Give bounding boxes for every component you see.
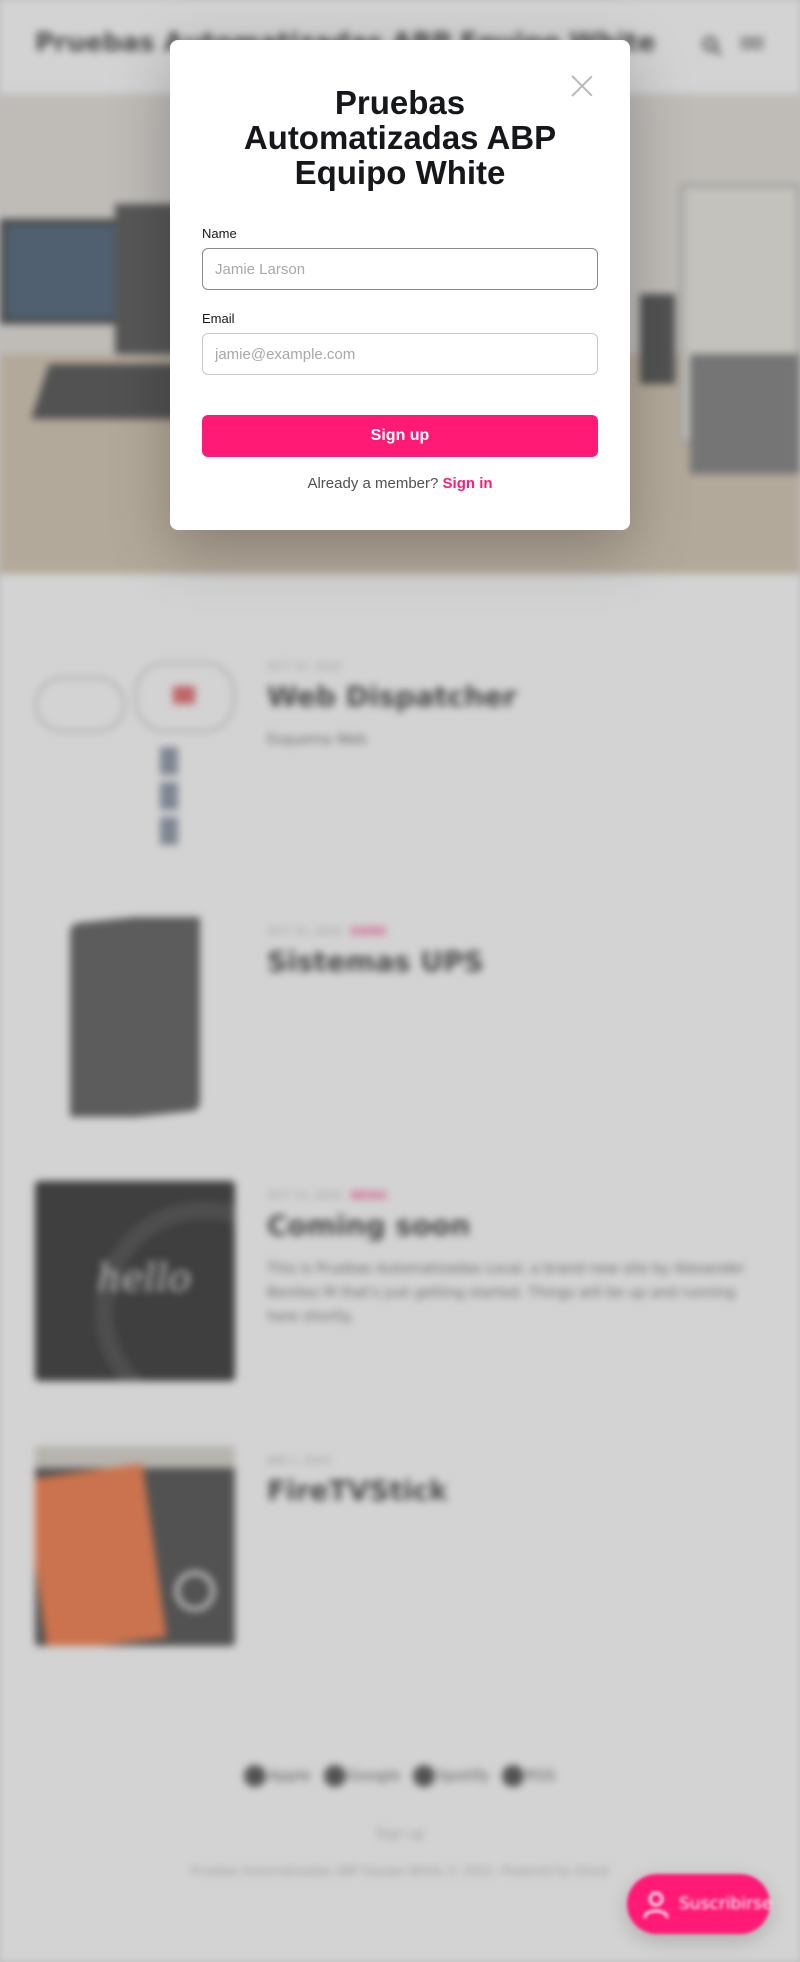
subscribe-button-label: Suscribirse xyxy=(679,1894,773,1914)
name-input[interactable] xyxy=(202,248,598,290)
already-member-text: Already a member? Sign in xyxy=(307,475,493,492)
signup-submit-button[interactable]: Sign up xyxy=(202,415,598,457)
email-input[interactable] xyxy=(202,333,598,375)
subscribe-button[interactable]: Suscribirse xyxy=(627,1874,773,1934)
email-label: Email xyxy=(202,311,235,326)
signup-modal: Pruebas Automatizadas ABP Equipo White N… xyxy=(170,40,630,530)
name-label: Name xyxy=(202,226,237,241)
modal-title: Pruebas Automatizadas ABP Equipo White xyxy=(243,84,557,191)
signin-link[interactable]: Sign in xyxy=(443,475,493,492)
user-icon xyxy=(643,1891,669,1918)
